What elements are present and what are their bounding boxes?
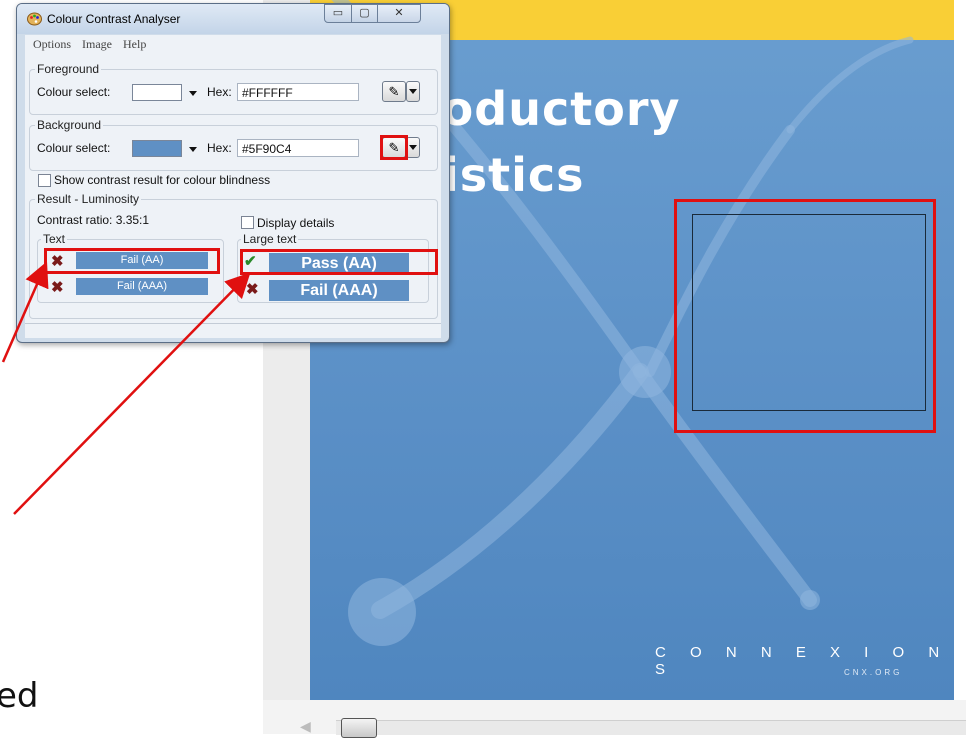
arrow-to-text-aa [1,261,49,363]
arrow-to-large-aa [13,272,251,515]
annotation-arrows [1,261,251,515]
